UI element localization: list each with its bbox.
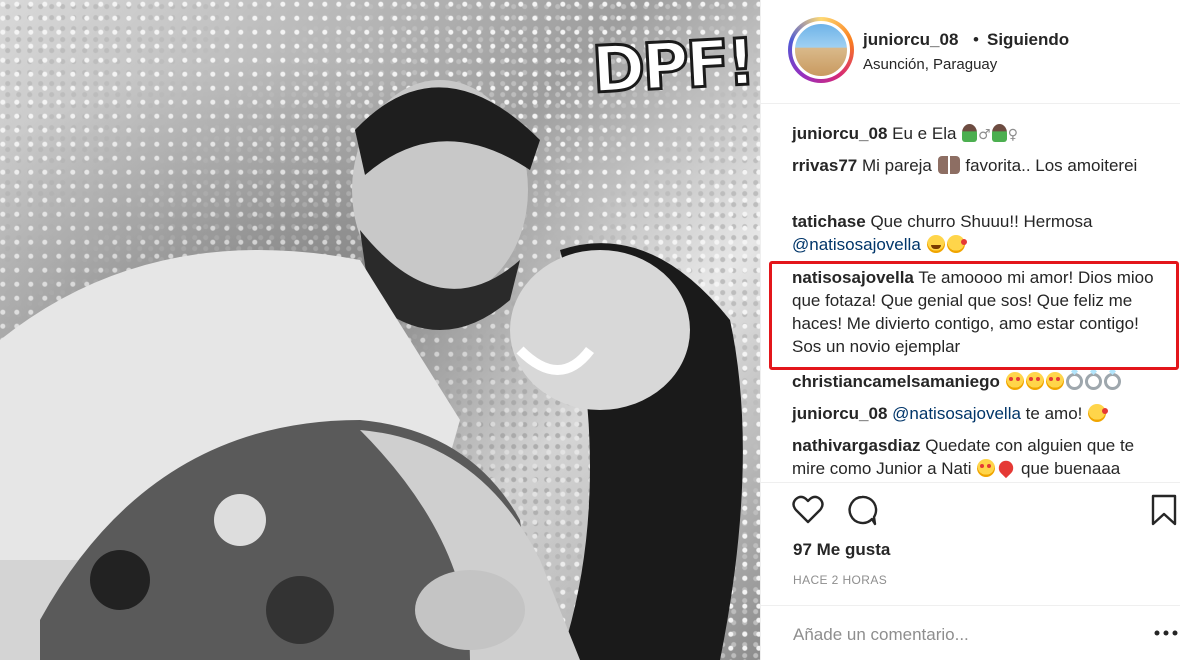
- add-comment-input[interactable]: [793, 622, 1113, 648]
- avatar[interactable]: [792, 21, 850, 79]
- comment-username[interactable]: juniorcu_08: [792, 404, 887, 423]
- heart-icon[interactable]: [791, 493, 825, 527]
- comment-username[interactable]: natisosajovella: [792, 268, 914, 287]
- woman-face: [510, 250, 690, 410]
- heart-eyes-emoji-icon: [1025, 372, 1044, 390]
- comment-item-highlighted: natisosajovella Te amoooo mi amor! Dios …: [792, 266, 1162, 358]
- header-username[interactable]: juniorcu_08: [863, 30, 958, 50]
- couple-emoji-icon: [937, 156, 960, 174]
- comment-text: Eu e Ela: [892, 124, 957, 143]
- ring-emoji-icon: [1103, 373, 1121, 390]
- comments-list[interactable]: juniorcu_08 Eu e Ela ♂ ♀ rrivas77 Mi pare…: [761, 104, 1180, 482]
- kiss-emoji-icon: [946, 235, 967, 253]
- comment-item: tatichase Que churro Shuuu!! Hermosa @na…: [792, 210, 1162, 256]
- dress-flower: [90, 550, 150, 610]
- man-hand: [415, 570, 525, 650]
- following-button[interactable]: Siguiendo: [987, 30, 1069, 50]
- comment-username[interactable]: juniorcu_08: [792, 124, 887, 143]
- comment-text: Mi pareja: [861, 156, 932, 175]
- dress-flower: [266, 576, 334, 644]
- heart-emoji-icon: [996, 457, 1017, 479]
- comment-item: rrivas77 Mi pareja favorita.. Los amoite…: [792, 154, 1162, 177]
- comment-item: nathivargasdiaz Quedate con alguien que …: [792, 434, 1162, 480]
- comment-item: christiancamelsamaniego: [792, 370, 1162, 393]
- action-bar: [761, 482, 1180, 542]
- post-side-panel: juniorcu_08 • Siguiendo Asunción, Paragu…: [760, 0, 1180, 660]
- person-emoji-icon: [991, 124, 1007, 142]
- comment-text: favorita.. Los amoiterei: [965, 156, 1138, 175]
- comment-text: Que churro Shuuu!! Hermosa: [870, 212, 1093, 231]
- comment-username[interactable]: rrivas77: [792, 156, 857, 175]
- likes-count[interactable]: 97 Me gusta: [793, 540, 890, 560]
- comment-mention[interactable]: @natisosajovella: [892, 404, 1021, 423]
- heart-eyes-emoji-icon: [1005, 372, 1024, 390]
- post-timestamp[interactable]: HACE 2 HORAS: [793, 573, 887, 587]
- comment-username[interactable]: tatichase: [792, 212, 866, 231]
- avatar-story-ring[interactable]: [788, 17, 854, 83]
- photo-sign-text: DPF!: [589, 24, 757, 109]
- grin-emoji-icon: [926, 235, 945, 253]
- ring-emoji-icon: [1084, 373, 1102, 390]
- female-sign-icon: ♀: [1007, 127, 1018, 143]
- comment-item: juniorcu_08 @natisosajovella te amo!: [792, 402, 1162, 425]
- person-emoji-icon: [962, 124, 978, 142]
- more-options-icon[interactable]: [1153, 626, 1179, 640]
- comment-text: que buenaaa: [1020, 459, 1121, 478]
- location-link[interactable]: Asunción, Paraguay: [863, 56, 997, 73]
- comment-item: juniorcu_08 Eu e Ela ♂ ♀: [792, 122, 1162, 147]
- heart-eyes-emoji-icon: [977, 459, 996, 477]
- header-separator: •: [973, 30, 979, 49]
- kiss-emoji-icon: [1088, 404, 1109, 422]
- add-comment-bar: [761, 605, 1180, 660]
- comment-mention[interactable]: @natisosajovella: [792, 235, 921, 254]
- male-sign-icon: ♂: [978, 127, 991, 143]
- comment-username[interactable]: nathivargasdiaz: [792, 436, 921, 455]
- post-header: juniorcu_08 • Siguiendo Asunción, Paragu…: [761, 0, 1180, 104]
- comment-text: te amo!: [1025, 404, 1083, 423]
- comment-username[interactable]: christiancamelsamaniego: [792, 372, 1000, 391]
- dress-flower: [214, 494, 266, 546]
- ring-emoji-icon: [1065, 373, 1083, 390]
- heart-eyes-emoji-icon: [1045, 372, 1064, 390]
- bookmark-icon[interactable]: [1147, 493, 1180, 527]
- post-photo[interactable]: DPF!: [0, 0, 760, 660]
- comment-bubble-icon[interactable]: [845, 493, 879, 527]
